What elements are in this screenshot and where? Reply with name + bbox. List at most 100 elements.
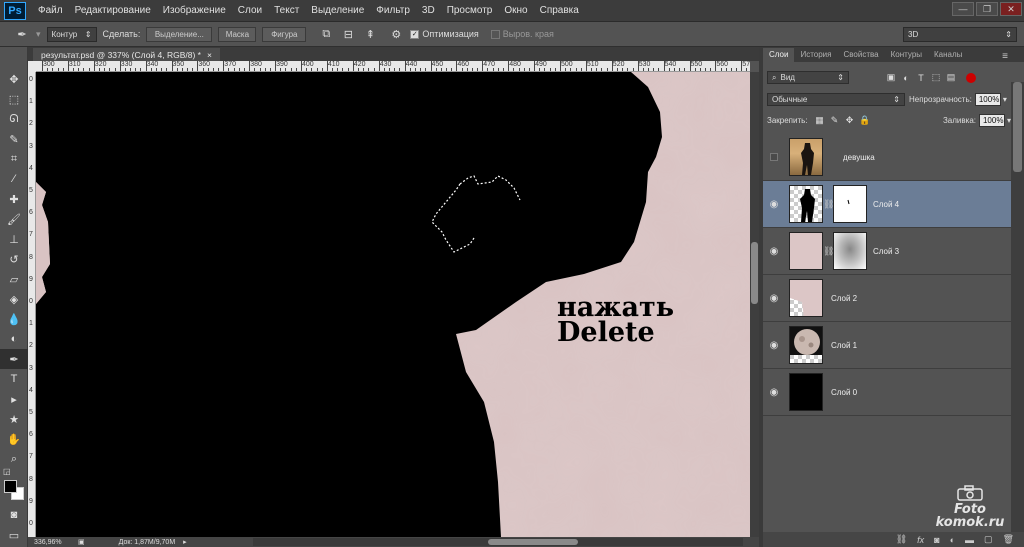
lock-position-icon[interactable]: ✥ (844, 115, 856, 127)
gear-icon[interactable]: ⚙ (388, 26, 404, 42)
layer-row-sloi-2[interactable]: ◉ Слой 2 (763, 275, 1011, 322)
layer-mask-thumbnail[interactable] (833, 232, 867, 270)
adjustment-layer-icon[interactable]: ◐ (950, 535, 955, 545)
eye-icon[interactable]: ◉ (763, 246, 785, 257)
pen-tool-icon[interactable]: ✒ (0, 349, 28, 369)
document-tab[interactable]: результат.psd @ 337% (Слой 4, RGB/8) * × (33, 48, 220, 61)
horizontal-scroll-thumb[interactable] (488, 539, 578, 545)
layer-name[interactable]: Слой 0 (831, 388, 857, 397)
link-layers-icon[interactable]: ⛓ (896, 534, 907, 545)
fx-icon[interactable]: fx (917, 535, 924, 545)
minimize-button[interactable]: — (952, 2, 974, 16)
menu-view[interactable]: Просмотр (441, 5, 499, 16)
layer-name[interactable]: Слой 2 (831, 294, 857, 303)
close-window-button[interactable]: ✕ (1000, 2, 1022, 16)
path-select-tool-icon[interactable]: ▸ (0, 389, 28, 409)
lock-all-icon[interactable]: 🔒 (859, 115, 871, 127)
paint-bucket-icon[interactable]: ◈ (0, 289, 28, 309)
menu-image[interactable]: Изображение (157, 5, 232, 16)
lock-transparent-icon[interactable]: ▦ (814, 115, 826, 127)
filter-shape-icon[interactable]: ⬚ (930, 72, 942, 84)
menu-3d[interactable]: 3D (416, 5, 441, 16)
blend-mode-select[interactable]: Обычные ⇕ (767, 93, 905, 106)
screen-mode-icon[interactable]: ▭ (0, 525, 28, 545)
lock-pixels-icon[interactable]: ✎ (829, 115, 841, 127)
type-tool-icon[interactable]: T (0, 369, 28, 389)
dodge-tool-icon[interactable]: ◐ (0, 329, 28, 349)
lasso-tool-icon[interactable]: ᘏ (0, 109, 28, 129)
zoom-level[interactable]: 336,96% (34, 539, 70, 546)
workspace-select[interactable]: 3D ⇕ (903, 26, 1017, 42)
layer-row-sloi-1[interactable]: ◉ Слой 1 (763, 322, 1011, 369)
clone-stamp-icon[interactable]: ⊥ (0, 229, 28, 249)
panel-menu-icon[interactable]: ≡ (1002, 51, 1008, 62)
ruler-origin[interactable] (28, 61, 36, 72)
menu-window[interactable]: Окно (498, 5, 533, 16)
brush-tool-icon[interactable]: 🖌 (0, 209, 28, 229)
add-mask-icon[interactable]: ◙ (934, 535, 939, 545)
vertical-ruler[interactable]: 0 1 2 3 4 5 6 7 8 9 0 1 2 3 4 5 6 7 8 9 0 (28, 72, 36, 537)
foreground-color-swatch[interactable] (4, 480, 17, 493)
tab-layers[interactable]: Слои (763, 48, 795, 62)
opacity-slider-arrow-icon[interactable]: ▾ (1003, 95, 1007, 104)
layers-scroll-thumb[interactable] (1013, 82, 1022, 172)
zoom-tool-icon[interactable]: ⌕ (0, 449, 28, 469)
blur-tool-icon[interactable]: 💧 (0, 309, 28, 329)
menu-filter[interactable]: Фильтр (370, 5, 416, 16)
tab-paths[interactable]: Контуры (885, 48, 928, 62)
menu-edit[interactable]: Редактирование (69, 5, 157, 16)
layer-name[interactable]: Слой 3 (873, 247, 899, 256)
preset-dropdown-arrow[interactable]: ▾ (36, 29, 41, 40)
opacity-input[interactable]: 100% (974, 93, 1001, 106)
tab-history[interactable]: История (794, 48, 837, 62)
menu-type[interactable]: Текст (268, 5, 305, 16)
new-layer-icon[interactable]: ▢ (984, 534, 993, 545)
history-brush-icon[interactable]: ↺ (0, 249, 28, 269)
path-operations-icon[interactable]: ⧉ (318, 26, 334, 42)
reset-colors-icon[interactable]: ◲ (3, 467, 11, 476)
document-canvas[interactable]: нажать Delete (36, 72, 750, 537)
layer-name[interactable]: Слой 1 (831, 341, 857, 350)
filter-type-icon[interactable]: T (915, 72, 927, 84)
pen-mode-select[interactable]: Контур ⇕ (46, 26, 97, 42)
layers-scrollbar[interactable] (1011, 82, 1024, 532)
marquee-tool-icon[interactable]: ⬚ (0, 89, 28, 109)
make-mask-button[interactable]: Маска (218, 26, 257, 42)
mask-link-icon[interactable]: ⛓ (823, 246, 834, 257)
status-options-icon[interactable]: ▣ (78, 538, 85, 546)
make-shape-button[interactable]: Фигура (262, 26, 307, 42)
menu-select[interactable]: Выделение (305, 5, 370, 16)
layer-visibility-toggle[interactable] (763, 153, 785, 161)
crop-tool-icon[interactable]: ⌗ (0, 149, 28, 169)
shape-tool-icon[interactable]: ★ (0, 409, 28, 429)
menu-layers[interactable]: Слои (232, 5, 268, 16)
quick-mask-icon[interactable]: ◙ (0, 505, 28, 525)
filter-smart-object-icon[interactable]: ▤ (945, 72, 957, 84)
eye-icon[interactable]: ◉ (763, 293, 785, 304)
path-alignment-icon[interactable]: ⊟ (340, 26, 356, 42)
layer-row-devushka[interactable]: девушка (763, 134, 1011, 181)
layer-row-sloi-4[interactable]: ◉ ⛓ Слой 4 (763, 181, 1011, 228)
horizontal-ruler[interactable]: 300 310 320 330 340 350 360 370 380 390 400 410 420 4… (36, 61, 750, 72)
eraser-tool-icon[interactable]: ▱ (0, 269, 28, 289)
tab-properties[interactable]: Свойства (837, 48, 884, 62)
folder-icon[interactable]: ▬ (965, 535, 974, 545)
move-tool-icon[interactable]: ✥ (0, 69, 28, 89)
menu-help[interactable]: Справка (534, 5, 585, 16)
filter-adjustment-icon[interactable]: ◐ (900, 72, 912, 84)
healing-brush-icon[interactable]: ✚ (0, 189, 28, 209)
trash-icon[interactable]: 🗑 (1003, 534, 1014, 545)
close-tab-icon[interactable]: × (207, 50, 212, 60)
make-selection-button[interactable]: Выделение... (146, 26, 213, 42)
eye-icon[interactable]: ◉ (763, 387, 785, 398)
layer-kind-filter[interactable]: ⌕ Вид ⇕ (767, 71, 849, 84)
status-menu-arrow-icon[interactable]: ▸ (183, 538, 187, 546)
pen-tool-preset-icon[interactable]: ✒ (14, 26, 30, 42)
maximize-button[interactable]: ❐ (976, 2, 998, 16)
hand-tool-icon[interactable]: ✋ (0, 429, 28, 449)
menu-file[interactable]: Файл (32, 5, 69, 16)
mask-link-icon[interactable]: ⛓ (823, 199, 834, 210)
layer-name[interactable]: Слой 4 (873, 200, 899, 209)
layer-row-sloi-0[interactable]: ◉ Слой 0 (763, 369, 1011, 416)
canvas-horizontal-scrollbar[interactable] (253, 538, 743, 546)
